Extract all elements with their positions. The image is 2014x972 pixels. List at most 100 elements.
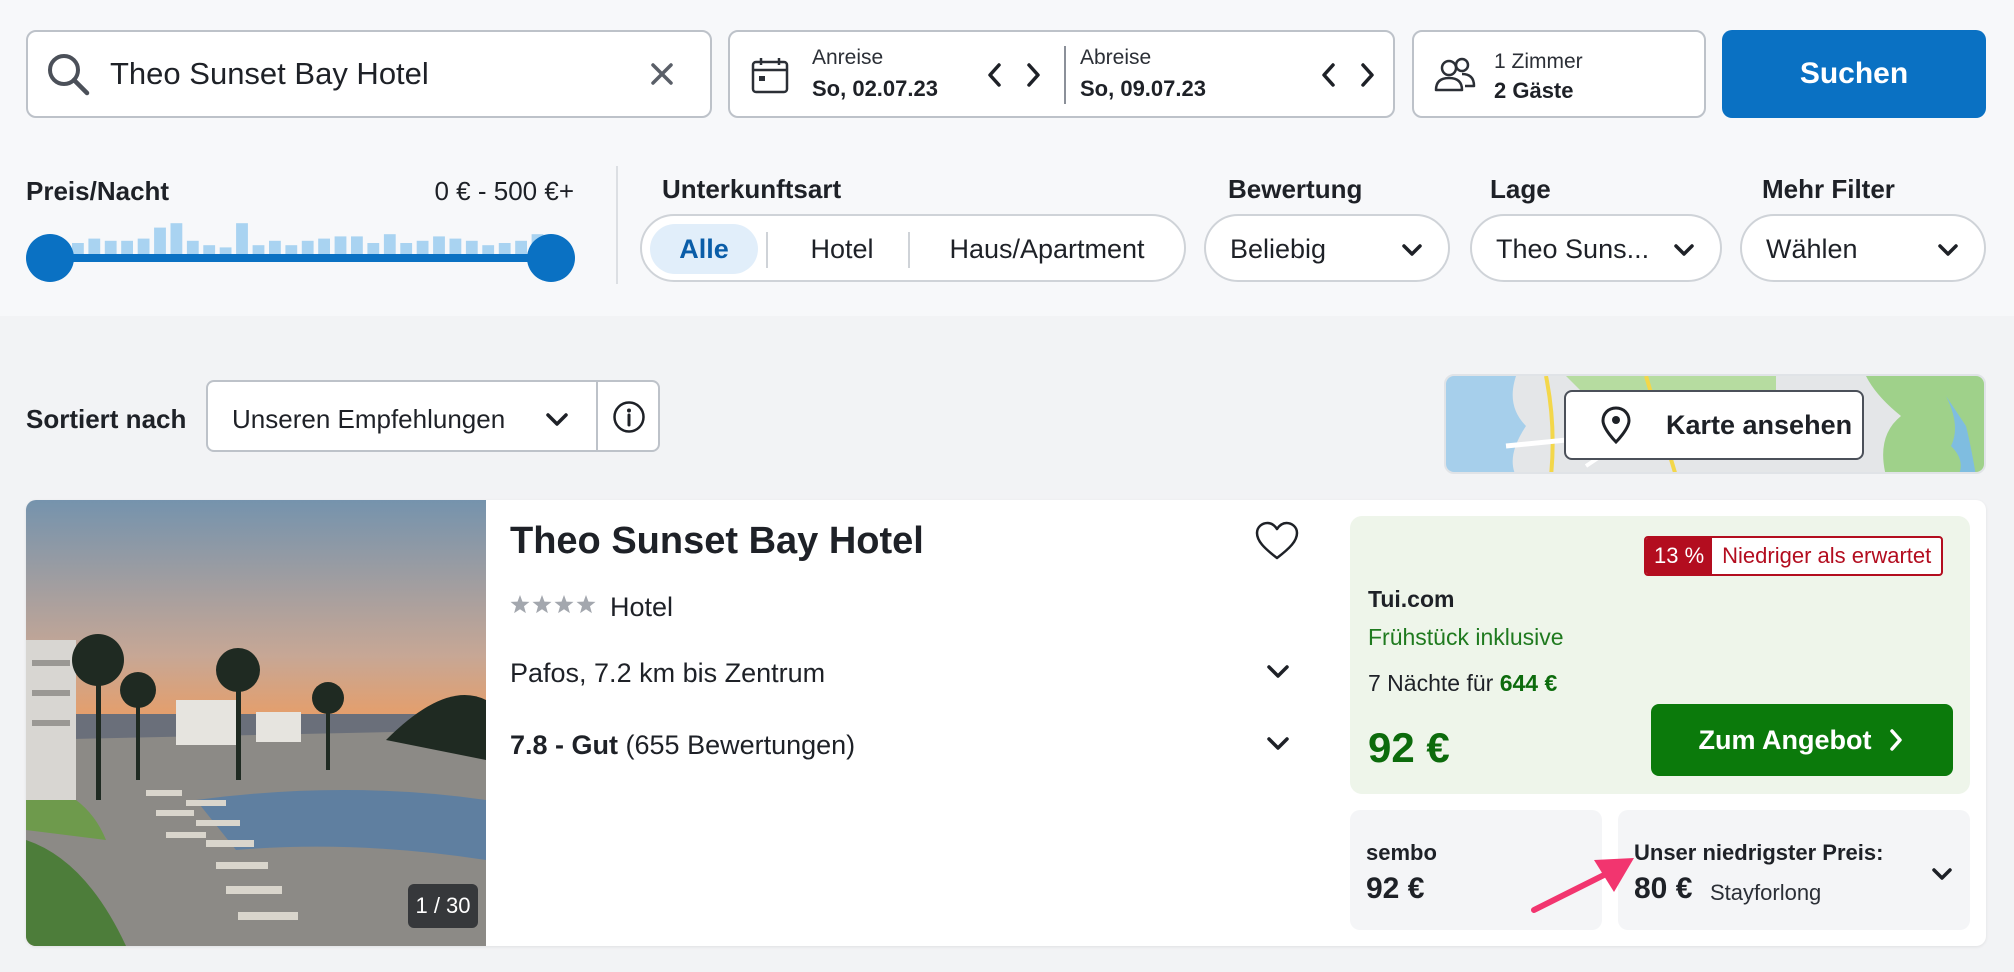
offer-provider: Tui.com	[1368, 586, 1455, 612]
price-slider-min-handle[interactable]	[26, 234, 74, 282]
info-icon[interactable]	[612, 400, 646, 434]
lowest-price-label: Unser niedrigster Preis:	[1634, 840, 1884, 865]
rating-dropdown[interactable]: Beliebig	[1204, 214, 1450, 282]
histogram-bar	[400, 243, 413, 254]
histogram-bar	[170, 223, 183, 254]
rooms-count: 1 Zimmer	[1494, 50, 1583, 73]
sort-dropdown[interactable]: Unseren Empfehlungen	[206, 380, 660, 452]
histogram-bar	[433, 236, 445, 254]
search-input[interactable]: Theo Sunset Bay Hotel	[26, 30, 712, 118]
sort-value: Unseren Empfehlungen	[232, 404, 506, 434]
calendar-icon	[751, 58, 789, 94]
search-button[interactable]: Suchen	[1722, 30, 1986, 118]
histogram-bar	[269, 240, 281, 254]
histogram-bar	[449, 238, 462, 254]
chevron-right-icon	[1890, 729, 1903, 751]
hotel-name[interactable]: Theo Sunset Bay Hotel	[510, 520, 924, 563]
sort-label: Sortiert nach	[26, 404, 187, 434]
hotel-photo[interactable]	[26, 500, 486, 946]
offer-breakfast: Frühstück inklusive	[1368, 624, 1564, 650]
histogram-bar	[219, 247, 232, 254]
chevron-down-icon[interactable]	[1262, 728, 1294, 760]
arrival-next-icon[interactable]	[1020, 60, 1046, 90]
departure-value[interactable]: So, 09.07.23	[1080, 76, 1206, 102]
date-divider	[1064, 46, 1066, 104]
star-icon	[576, 595, 596, 614]
lowest-price-panel[interactable]: Unser niedrigster Preis: 80 € Stayforlon…	[1618, 810, 1970, 930]
histogram-bar	[72, 243, 84, 254]
view-deal-label: Zum Angebot	[1698, 724, 1872, 755]
photo-counter: 1 / 30	[408, 884, 478, 928]
price-slider-track[interactable]	[46, 254, 552, 262]
type-filter-title: Unterkunftsart	[662, 174, 842, 204]
type-option-all[interactable]: Alle	[650, 224, 758, 274]
annotation-arrow-icon	[1531, 858, 1634, 913]
map-pin-icon	[1601, 406, 1631, 444]
departure-next-icon[interactable]	[1354, 60, 1380, 90]
histogram-bar	[154, 227, 166, 254]
nights-text: 7 Nächte für	[1368, 670, 1500, 696]
histogram-bar	[498, 243, 511, 254]
rating-filter-title: Bewertung	[1228, 174, 1363, 204]
guests-count: 2 Gäste	[1494, 78, 1574, 103]
histogram-bar	[104, 240, 117, 254]
star-icon	[510, 595, 530, 614]
chevron-down-icon[interactable]	[1262, 656, 1294, 688]
location-dropdown[interactable]: Theo Suns...	[1470, 214, 1722, 282]
location-filter-title: Lage	[1490, 174, 1551, 204]
histogram-bar	[186, 240, 199, 254]
date-picker[interactable]: Anreise So, 02.07.23 Abreise So, 09.07.2…	[728, 30, 1395, 118]
price-deal-badge: 13 % Niedriger als erwartet	[1644, 536, 1944, 576]
location-dropdown-value: Theo Suns...	[1496, 234, 1650, 264]
histogram-bar	[88, 238, 101, 254]
lowest-price-source: Stayforlong	[1710, 880, 1822, 905]
star-rating	[510, 595, 596, 614]
close-icon[interactable]	[642, 54, 682, 94]
departure-prev-icon[interactable]	[1316, 60, 1342, 90]
star-icon	[532, 595, 552, 614]
star-icon	[554, 595, 574, 614]
chevron-down-icon	[1674, 244, 1694, 256]
price-slider-max-handle[interactable]	[527, 234, 575, 282]
histogram-bar	[121, 240, 133, 254]
sort-divider	[596, 382, 598, 450]
more-filters-dropdown[interactable]: Wählen	[1740, 214, 1986, 282]
arrival-value[interactable]: So, 02.07.23	[812, 76, 938, 102]
rating-count: (655 Bewertungen)	[625, 730, 856, 760]
rating-dropdown-value: Beliebig	[1230, 234, 1327, 264]
type-filter: Alle Hotel Haus/Apartment	[640, 214, 1186, 282]
more-filters-value: Wählen	[1766, 234, 1858, 264]
offer-nights: 7 Nächte für 644 €	[1368, 670, 1557, 697]
hotel-location: Pafos, 7.2 km bis Zentrum	[510, 658, 826, 688]
heart-icon[interactable]	[1254, 520, 1300, 562]
histogram-bar	[465, 240, 478, 254]
histogram-bar	[285, 245, 298, 254]
histogram-bar	[137, 238, 150, 254]
guests-picker[interactable]: 1 Zimmer 2 Gäste	[1412, 30, 1706, 118]
histogram-bar	[301, 240, 314, 254]
rating-score: 7.8 - Gut	[510, 730, 619, 760]
arrival-label: Anreise	[812, 46, 884, 69]
nights-total: 644 €	[1499, 670, 1558, 696]
lowest-price-value: 80 €	[1634, 872, 1693, 905]
type-option-hotel[interactable]: Hotel	[774, 224, 910, 274]
people-icon	[1434, 57, 1476, 92]
price-histogram	[72, 223, 544, 254]
histogram-bar	[236, 223, 248, 254]
histogram-bar	[318, 238, 330, 254]
histogram-bar	[383, 234, 396, 254]
arrival-prev-icon[interactable]	[982, 60, 1008, 90]
chevron-down-icon	[1932, 868, 1952, 880]
histogram-bar	[252, 245, 265, 254]
view-deal-button[interactable]: Zum Angebot	[1651, 704, 1953, 776]
type-option-apartment[interactable]: Haus/Apartment	[918, 224, 1176, 274]
sembo-price: 92 €	[1366, 872, 1425, 905]
histogram-bar	[482, 245, 495, 254]
chevron-down-icon	[1938, 244, 1958, 256]
type-divider	[908, 232, 910, 268]
histogram-bar	[203, 245, 216, 254]
map-button[interactable]: Karte ansehen	[1564, 390, 1864, 460]
filter-divider	[616, 166, 618, 284]
hotel-rating: 7.8 - Gut (655 Bewertungen)	[510, 730, 855, 761]
type-divider	[766, 232, 768, 268]
